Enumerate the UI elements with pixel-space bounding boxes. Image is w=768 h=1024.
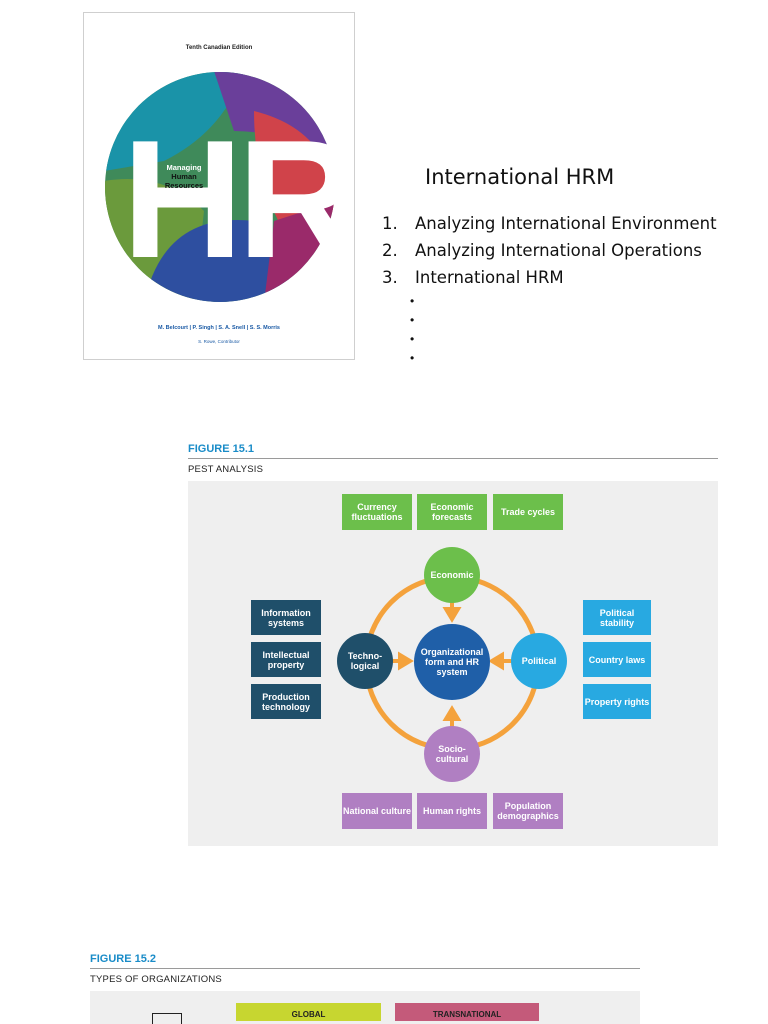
outline-item-number: 3. [382,268,398,287]
cover-subtitle-line2: Human [171,172,197,181]
outline-item-number: 1. [382,214,398,233]
pest-box-human-rights: Human rights [417,793,487,829]
pest-box-currency: Currency fluctuations [342,494,412,530]
outline-item: 3. International HRM [382,264,717,291]
cover-authors: M. Belcourt | P. Singh | S. A. Snell | S… [158,325,280,331]
cover-subtitle: Managing Human Resources [156,163,212,190]
figure-caption: PEST ANALYSIS [188,464,264,475]
sub-bullet: • [410,332,415,346]
pest-box-trade-cycles: Trade cycles [493,494,563,530]
tag-transnational: TRANSNATIONAL [395,1003,539,1021]
diagram-axis-corner [152,1013,182,1024]
pest-node-sociocultural: Socio-cultural [424,726,480,782]
pest-box-production-technology: Production technology [251,684,321,719]
pest-box-intellectual-property: Intellectual property [251,642,321,677]
outline-item-number: 2. [382,241,398,260]
figure-label: FIGURE 15.1 [188,443,255,455]
sub-bullet-list: • • • • [410,292,414,368]
outline-list: 1. Analyzing International Environment 2.… [382,210,717,291]
pest-box-population-demographics: Population demographics [493,793,563,829]
outline-item: 2. Analyzing International Operations [382,237,717,264]
pest-box-country-laws: Country laws [583,642,651,677]
figure-types-of-organizations: FIGURE 15.2 TYPES OF ORGANIZATIONS GLOBA… [90,950,640,1024]
cover-edition: Tenth Canadian Edition [185,45,253,51]
cover-hr-letters: HR [122,105,336,293]
pest-node-technological: Techno-logical [337,633,393,689]
organizations-diagram: GLOBAL TRANSNATIONAL [90,991,640,1024]
figure-label: FIGURE 15.2 [90,953,157,965]
outline-item: 1. Analyzing International Environment [382,210,717,237]
cover-contributor: S. Rowe, Contributor [198,339,240,344]
figure-caption: TYPES OF ORGANIZATIONS [90,974,222,985]
pest-node-economic: Economic [424,547,480,603]
outline-item-label: Analyzing International Operations [415,241,702,260]
pest-box-property-rights: Property rights [583,684,651,719]
figure-pest-analysis: FIGURE 15.1 PEST ANALYSIS Currency fluct… [188,440,718,852]
pest-node-political: Political [511,633,567,689]
cover-circle-art: HR [105,72,336,302]
tag-global: GLOBAL [236,1003,381,1021]
book-cover: Tenth Canadian Edition HR Managing Human… [83,12,355,360]
outline-title: International HRM [425,165,615,189]
sub-bullet: • [410,294,415,308]
pest-diagram: Currency fluctuations Economic forecasts… [188,481,718,846]
pest-node-center: Organizational form and HR system [414,624,490,700]
sub-bullet: • [410,313,415,327]
pest-box-forecasts: Economic forecasts [417,494,487,530]
pest-box-information-systems: Information systems [251,600,321,635]
outline-item-label: Analyzing International Environment [415,214,717,233]
sub-bullet: • [410,351,415,365]
pest-box-national-culture: National culture [342,793,412,829]
pest-box-political-stability: Political stability [583,600,651,635]
cover-subtitle-line3: Resources [164,181,204,190]
cover-subtitle-line1: Managing [166,163,202,172]
outline-item-label: International HRM [415,268,564,287]
